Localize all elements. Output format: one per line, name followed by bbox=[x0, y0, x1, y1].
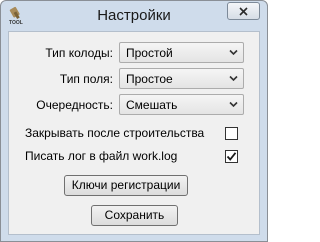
settings-panel: Тип колоды: Простой Тип поля: Простое Оч… bbox=[8, 31, 260, 235]
write-log-label: Писать лог в файл work.log bbox=[25, 149, 178, 163]
save-button[interactable]: Сохранить bbox=[91, 205, 178, 226]
chevron-down-icon bbox=[229, 49, 238, 56]
chevron-down-icon bbox=[229, 101, 238, 108]
deck-type-select[interactable]: Простой bbox=[119, 42, 244, 63]
close-icon bbox=[239, 6, 248, 16]
settings-window: TOOL Настройки Тип колоды: Простой Тип п… bbox=[0, 0, 268, 242]
field-type-value: Простое bbox=[126, 72, 173, 86]
registration-keys-button[interactable]: Ключи регистрации bbox=[64, 175, 188, 196]
write-log-checkbox[interactable] bbox=[225, 150, 238, 163]
close-after-build-checkbox[interactable] bbox=[225, 127, 238, 140]
order-label: Очередность: bbox=[36, 98, 113, 112]
deck-type-label: Тип колоды: bbox=[45, 46, 113, 60]
title-bar[interactable]: TOOL Настройки bbox=[1, 1, 267, 31]
close-after-build-label: Закрывать после строительства bbox=[25, 126, 205, 140]
field-type-label: Тип поля: bbox=[59, 72, 113, 86]
chevron-down-icon bbox=[229, 75, 238, 82]
order-select[interactable]: Смешать bbox=[119, 94, 244, 115]
deck-type-value: Простой bbox=[126, 46, 173, 60]
order-value: Смешать bbox=[126, 98, 178, 112]
checkmark-icon bbox=[226, 152, 237, 161]
field-type-select[interactable]: Простое bbox=[119, 68, 244, 89]
close-button[interactable] bbox=[227, 2, 260, 20]
